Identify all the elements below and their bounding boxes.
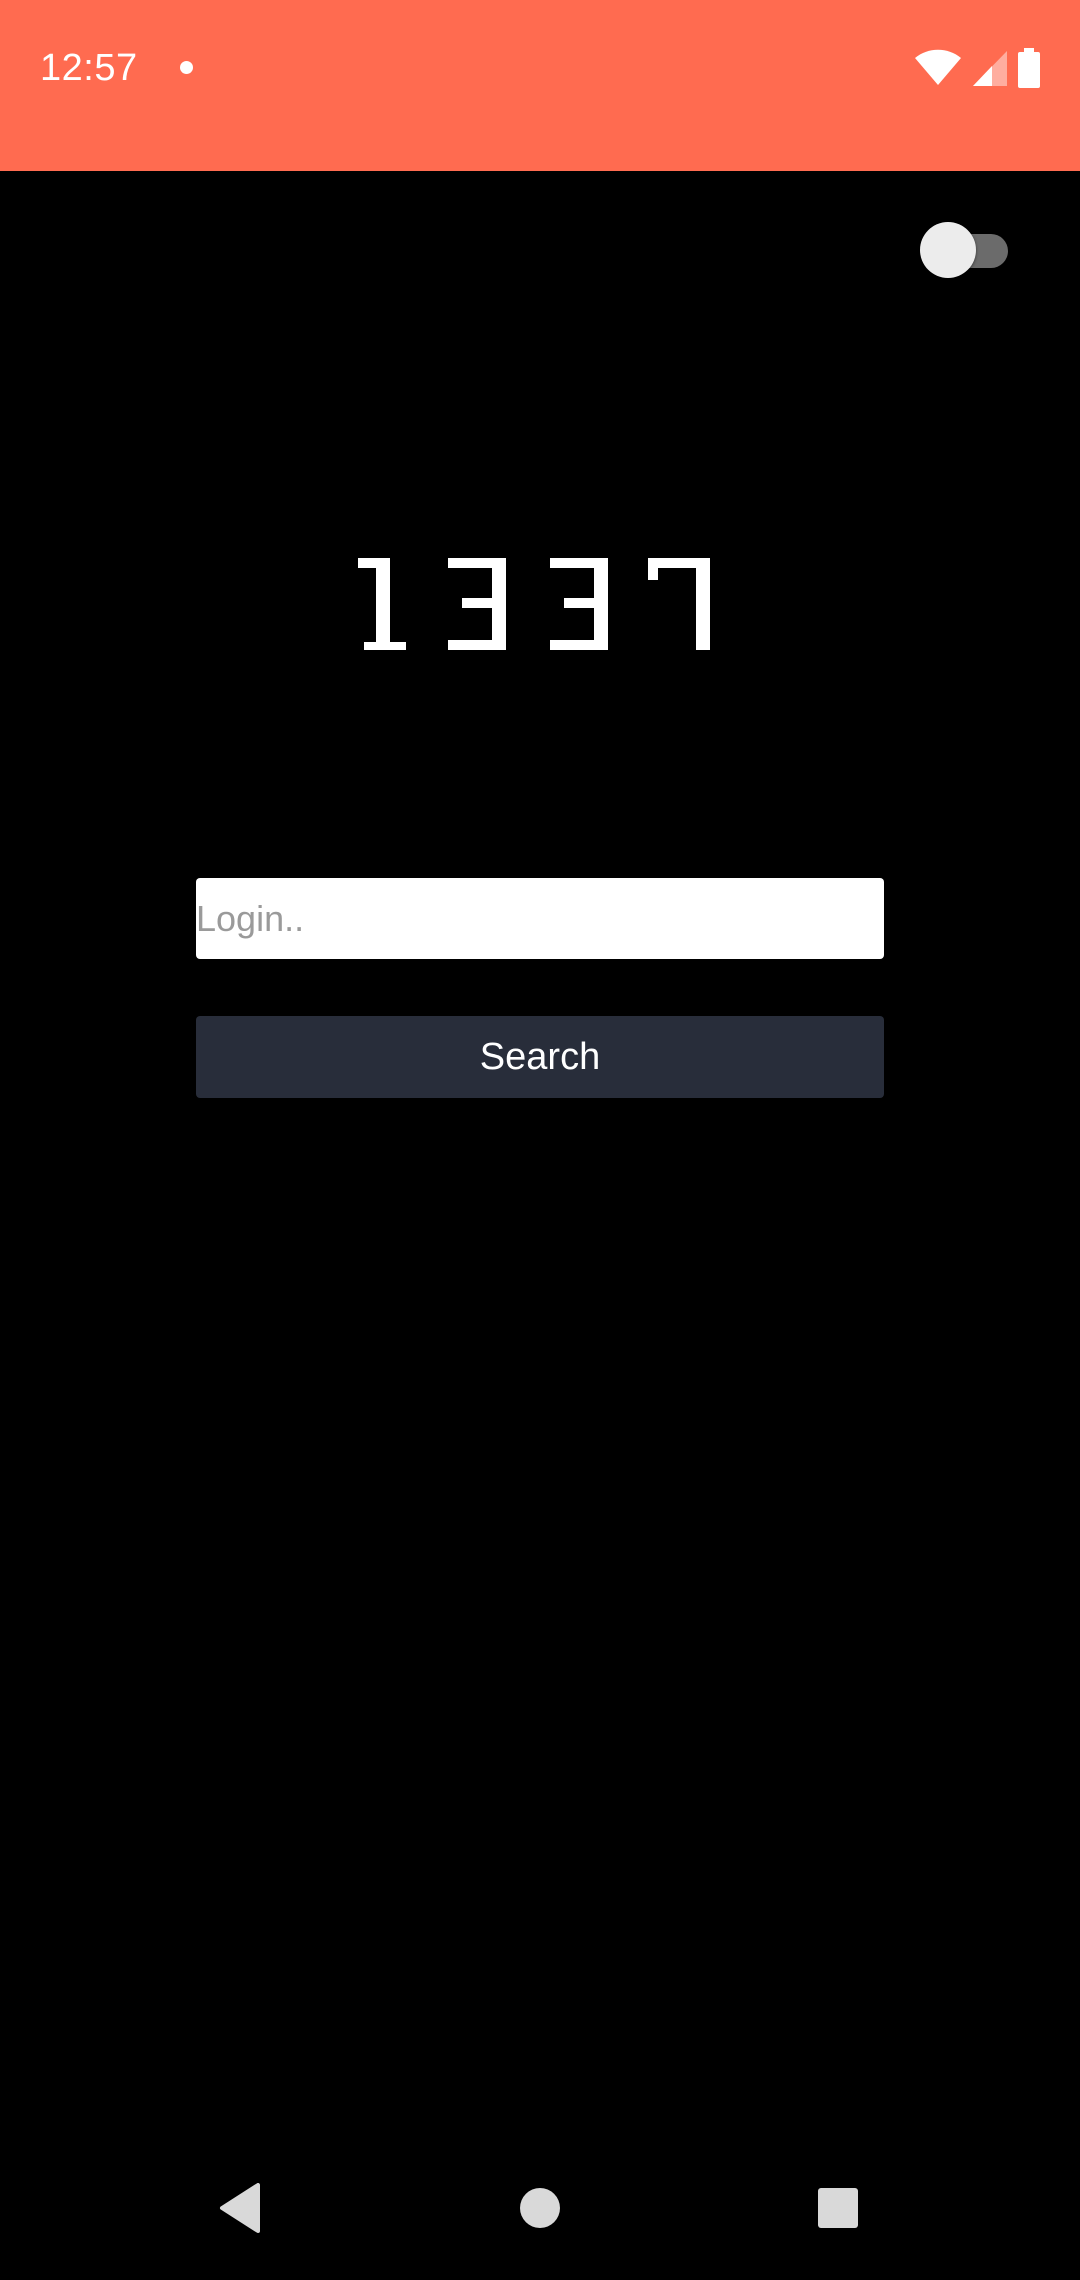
notification-dot-icon <box>180 61 193 74</box>
app-logo: 1337 <box>0 530 1080 665</box>
home-button[interactable] <box>470 2140 610 2280</box>
app-screen: 12:57 Login.. Search <box>0 0 1080 2280</box>
recents-icon <box>817 2187 859 2234</box>
battery-icon <box>1018 48 1040 88</box>
status-icons <box>914 46 1040 90</box>
navigation-bar <box>0 2140 1080 2280</box>
wifi-icon <box>914 49 962 87</box>
login-input[interactable] <box>196 878 884 959</box>
status-bar: 12:57 <box>0 0 1080 171</box>
logo-1337-glyphs <box>358 558 710 650</box>
status-time: 12:57 <box>40 47 138 89</box>
search-button[interactable]: Search <box>196 1016 884 1098</box>
toggle-thumb <box>920 222 976 278</box>
home-icon <box>519 2187 561 2234</box>
back-icon <box>218 2182 262 2238</box>
recents-button[interactable] <box>768 2140 908 2280</box>
back-button[interactable] <box>170 2140 310 2280</box>
cellular-signal-icon <box>972 49 1008 87</box>
theme-toggle[interactable] <box>920 220 1010 280</box>
logo-text: 1337 <box>730 530 731 531</box>
